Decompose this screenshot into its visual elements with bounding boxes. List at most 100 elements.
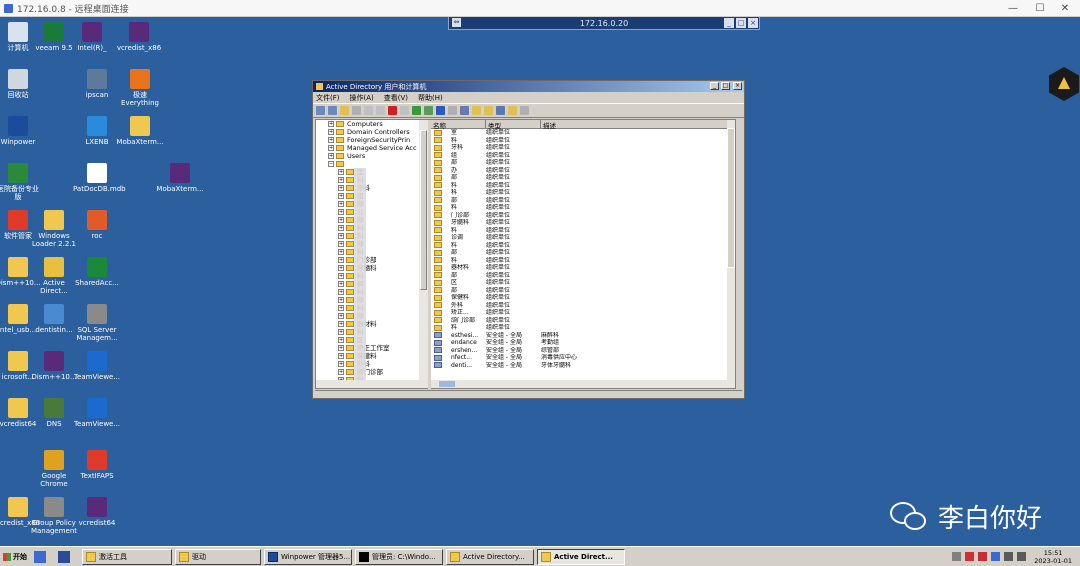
- tree-node[interactable]: +部: [316, 216, 428, 224]
- tree-node[interactable]: +部: [316, 312, 428, 320]
- tree-node[interactable]: + Computers: [316, 120, 428, 128]
- tree-node[interactable]: +料: [316, 248, 428, 256]
- new-ou-icon[interactable]: [484, 106, 493, 115]
- filter-icon[interactable]: [496, 106, 505, 115]
- expand-icon[interactable]: +: [338, 193, 344, 199]
- expand-icon[interactable]: +: [338, 249, 344, 255]
- list-hscroll-thumb[interactable]: [439, 381, 455, 387]
- tree-node[interactable]: +室: [316, 168, 428, 176]
- new-user-icon[interactable]: [460, 106, 469, 115]
- copy-icon[interactable]: [364, 106, 373, 115]
- desktop-icon[interactable]: TextIFAPS: [73, 450, 121, 480]
- start-button[interactable]: 开始: [2, 549, 28, 565]
- desktop-icon[interactable]: LXENB: [73, 116, 121, 146]
- tree-node[interactable]: +区: [316, 336, 428, 344]
- expand-icon[interactable]: +: [338, 353, 344, 359]
- tree-node[interactable]: +料: [316, 224, 428, 232]
- expand-icon[interactable]: +: [338, 233, 344, 239]
- list-item[interactable]: 牙科 组织单位: [431, 144, 735, 152]
- list-item[interactable]: 颌门诊部 组织单位: [431, 317, 735, 325]
- tree-pane[interactable]: + Computers + Domain Controllers + ForeignSec…: [316, 120, 428, 382]
- tree-node[interactable]: +料: [316, 272, 428, 280]
- expand-icon[interactable]: +: [338, 225, 344, 231]
- quicklaunch-explorer-icon[interactable]: [34, 550, 46, 563]
- tree-node[interactable]: + 颌门诊部: [316, 368, 428, 376]
- tree-node[interactable]: + 保健料: [316, 352, 428, 360]
- tree-node[interactable]: + ForeignSecurityPrin: [316, 136, 428, 144]
- ad-maximize-button[interactable]: □: [721, 82, 730, 90]
- expand-icon[interactable]: +: [338, 177, 344, 183]
- expand-icon[interactable]: +: [338, 185, 344, 191]
- list-item[interactable]: 料 组织单位: [431, 257, 735, 265]
- menu-file[interactable]: 文件(F): [316, 93, 340, 103]
- list-item[interactable]: 部 组织单位: [431, 197, 735, 205]
- expand-icon[interactable]: +: [338, 241, 344, 247]
- list-vscroll[interactable]: [727, 120, 735, 382]
- expand-icon[interactable]: +: [338, 297, 344, 303]
- list-item[interactable]: 部 组织单位: [431, 159, 735, 167]
- desktop-icon[interactable]: 医院备份专业版: [0, 163, 42, 201]
- menu-view[interactable]: 查看(V): [384, 93, 408, 103]
- list-item[interactable]: 室 组织单位: [431, 129, 735, 137]
- desktop-icon[interactable]: MobaXterm...: [116, 116, 164, 146]
- list-item[interactable]: ershen... 安全组 - 全局 综管部: [431, 347, 735, 355]
- volume-icon[interactable]: [1017, 552, 1027, 561]
- list-item[interactable]: 料 组织单位: [431, 204, 735, 212]
- tree-node[interactable]: +公: [316, 208, 428, 216]
- desktop-icon[interactable]: SharedAcc...: [73, 257, 121, 287]
- list-item[interactable]: 科 组织单位: [431, 189, 735, 197]
- desktop-icon[interactable]: SQL Server Managem...: [73, 304, 121, 342]
- new-group-icon[interactable]: [472, 106, 481, 115]
- rdp-minimize-button[interactable]: _: [724, 18, 734, 28]
- list-item[interactable]: endance 安全组 - 全局 考勤组: [431, 339, 735, 347]
- tree-node[interactable]: + 矫正工作室: [316, 344, 428, 352]
- taskbar-item-cmd[interactable]: 管理员: C:\Windo...: [355, 548, 443, 565]
- expand-icon[interactable]: +: [338, 169, 344, 175]
- desktop-icon[interactable]: TeamViewe...: [73, 398, 121, 428]
- desktop-icon[interactable]: Dism++10...: [30, 351, 78, 381]
- refresh-icon[interactable]: [412, 106, 421, 115]
- tree-node[interactable]: −: [316, 160, 428, 168]
- list-item[interactable]: 门诊部 组织单位: [431, 212, 735, 220]
- expand-icon[interactable]: +: [338, 217, 344, 223]
- tree-node[interactable]: +调: [316, 280, 428, 288]
- ad-minimize-button[interactable]: _: [710, 82, 719, 90]
- col-name[interactable]: 名称: [431, 120, 486, 130]
- expand-icon[interactable]: +: [328, 129, 334, 135]
- desktop-icon[interactable]: Active Direct...: [30, 257, 78, 295]
- desktop-icon[interactable]: Intel(R)_: [68, 22, 116, 52]
- paste-icon[interactable]: [376, 106, 385, 115]
- list-pane[interactable]: 名称 类型 描述 室组织单位料组织单位 牙科 组织单位组组织单位部组织单位办组织单位…: [431, 120, 735, 382]
- close-button[interactable]: ✕: [1042, 0, 1080, 17]
- desktop-icon[interactable]: 回收站: [0, 69, 42, 99]
- network-icon[interactable]: [1004, 552, 1014, 561]
- tree-node[interactable]: +科: [316, 232, 428, 240]
- menu-help[interactable]: 帮助(H): [418, 93, 443, 103]
- tree-node[interactable]: +外科: [316, 360, 428, 368]
- expand-icon[interactable]: +: [338, 305, 344, 311]
- tree-node[interactable]: + Managed Service Acc: [316, 144, 428, 152]
- desktop-icon[interactable]: vcredist_x86: [115, 22, 163, 52]
- desktop-icon[interactable]: MobaXterm...: [156, 163, 204, 193]
- list-item[interactable]: 料 组织单位: [431, 324, 735, 332]
- list-hscroll[interactable]: [431, 380, 735, 388]
- tree-node[interactable]: + 器材料: [316, 320, 428, 328]
- tree-scroll-thumb[interactable]: [420, 130, 427, 290]
- expand-icon[interactable]: +: [338, 329, 344, 335]
- tree-node[interactable]: +料: [316, 288, 428, 296]
- expand-icon[interactable]: +: [338, 345, 344, 351]
- list-item[interactable]: 保健料 组织单位: [431, 294, 735, 302]
- list-item[interactable]: nfect... 安全组 - 全局 消毒供应中心: [431, 354, 735, 362]
- tree-hscroll[interactable]: [316, 380, 428, 388]
- add-to-group-icon[interactable]: [520, 106, 529, 115]
- list-item[interactable]: esthesi... 安全组 - 全局 麻醉科: [431, 332, 735, 340]
- expand-icon[interactable]: +: [328, 145, 334, 151]
- ad-icon-corner[interactable]: [1049, 67, 1079, 101]
- tree-node[interactable]: +料: [316, 176, 428, 184]
- expand-icon[interactable]: +: [338, 321, 344, 327]
- list-item[interactable]: 料 组织单位: [431, 242, 735, 250]
- list-item[interactable]: 外科 组织单位: [431, 302, 735, 310]
- desktop-icon[interactable]: TeamViewe...: [73, 351, 121, 381]
- expand-icon[interactable]: +: [338, 289, 344, 295]
- back-icon[interactable]: [316, 106, 325, 115]
